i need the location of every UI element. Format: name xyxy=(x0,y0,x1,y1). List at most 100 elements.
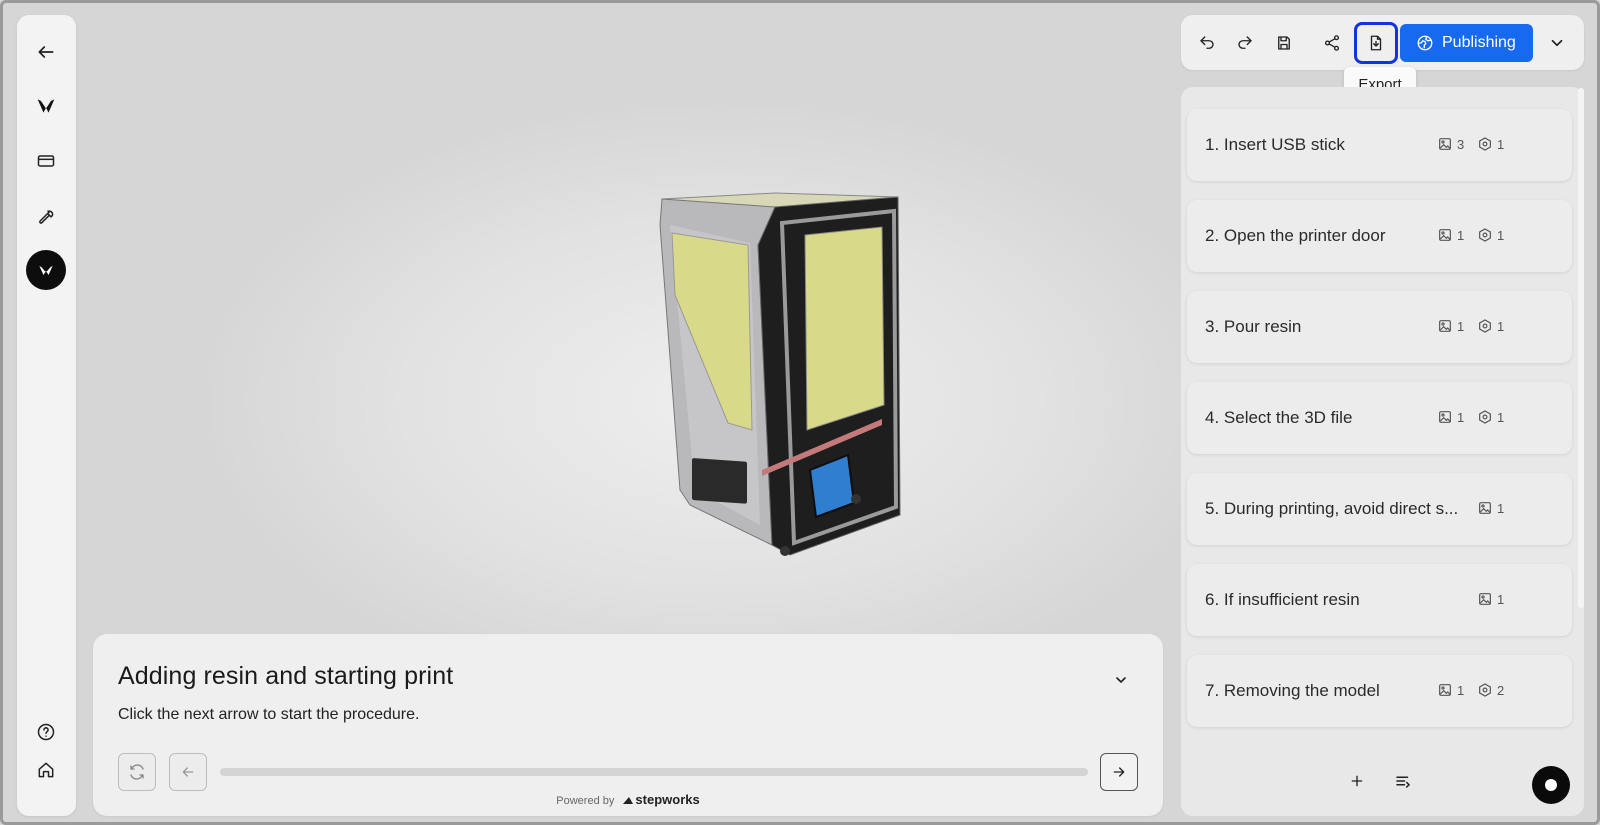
image-icon xyxy=(1479,593,1491,605)
image-count-value: 1 xyxy=(1457,318,1465,334)
publishing-label: Publishing xyxy=(1442,34,1516,51)
image-count-value: 1 xyxy=(1497,591,1505,607)
image-count-value: 1 xyxy=(1497,500,1505,516)
plus-icon xyxy=(1351,775,1363,787)
image-count-value: 3 xyxy=(1457,136,1465,152)
share-button[interactable] xyxy=(1315,26,1349,60)
add-step-button[interactable] xyxy=(1343,767,1371,795)
home-button[interactable] xyxy=(26,750,66,790)
step-item-label: 3. Pour resin xyxy=(1205,317,1302,336)
hotspot-icon xyxy=(1479,410,1491,424)
step-info-card: Adding resin and starting print Click th… xyxy=(93,634,1163,816)
stepworks-mark-icon xyxy=(623,797,634,804)
chevron-down-icon xyxy=(1551,39,1563,47)
logo-button[interactable] xyxy=(26,86,66,126)
image-count: 1 xyxy=(1437,227,1464,243)
brand-name: stepworks xyxy=(635,792,700,807)
help-icon xyxy=(37,723,55,741)
back-arrow-icon xyxy=(38,46,54,58)
step-item-label: 6. If insufficient resin xyxy=(1205,590,1360,609)
3d-viewer[interactable] xyxy=(90,0,1164,630)
image-count: 1 xyxy=(1437,318,1464,334)
powered-by: Powered by stepworks xyxy=(93,792,1163,807)
image-icon xyxy=(1439,684,1451,696)
hotspot-icon xyxy=(1479,683,1491,697)
hotspot-count: 1 xyxy=(1477,136,1504,152)
next-step-button[interactable] xyxy=(1100,753,1138,791)
steps-scrollbar[interactable] xyxy=(1578,88,1584,608)
redo-icon xyxy=(1238,36,1252,49)
step-item[interactable]: 1. Insert USB stick 3 1 xyxy=(1187,109,1572,181)
step-list-options-button[interactable] xyxy=(1389,767,1417,795)
image-count: 1 xyxy=(1477,591,1504,607)
step-item[interactable]: 5. During printing, avoid direct s... 1 xyxy=(1187,473,1572,545)
help-button[interactable] xyxy=(26,712,66,752)
share-icon xyxy=(1324,35,1340,51)
step-item-label: 7. Removing the model xyxy=(1205,681,1380,700)
instructions-button[interactable] xyxy=(26,141,66,181)
powered-by-label: Powered by xyxy=(556,795,615,807)
hotspot-icon xyxy=(1479,319,1491,333)
steps-panel: 1. Insert USB stick 3 1 2. Open the printer… xyxy=(1181,87,1584,816)
image-icon xyxy=(1439,411,1451,423)
image-icon xyxy=(1439,138,1451,150)
logo-icon xyxy=(37,99,55,113)
export-button[interactable] xyxy=(1354,22,1398,64)
chat-button[interactable] xyxy=(1532,766,1570,804)
back-button[interactable] xyxy=(26,32,66,72)
hotspot-count-value: 1 xyxy=(1497,409,1505,425)
step-item-label: 2. Open the printer door xyxy=(1205,226,1386,245)
save-icon xyxy=(1278,36,1290,50)
list-options-icon xyxy=(1396,776,1411,788)
arrow-right-icon xyxy=(1113,767,1125,777)
hotspot-icon xyxy=(1479,228,1491,242)
image-count-value: 1 xyxy=(1457,227,1465,243)
step-item[interactable]: 6. If insufficient resin 1 xyxy=(1187,564,1572,636)
tools-button[interactable] xyxy=(26,196,66,236)
arrow-left-icon xyxy=(182,767,194,777)
redo-button[interactable] xyxy=(1228,26,1262,60)
wrench-icon xyxy=(39,210,54,224)
step-item[interactable]: 3. Pour resin 1 1 xyxy=(1187,291,1572,363)
step-item[interactable]: 4. Select the 3D file 1 1 xyxy=(1187,382,1572,454)
stepworks-logo: stepworks xyxy=(623,792,700,807)
image-count: 1 xyxy=(1437,682,1464,698)
image-count: 1 xyxy=(1437,409,1464,425)
image-icon xyxy=(1439,229,1451,241)
left-rail xyxy=(17,15,76,816)
hotspot-count: 2 xyxy=(1477,682,1504,698)
card-icon xyxy=(37,155,55,167)
hotspot-count-value: 1 xyxy=(1497,136,1505,152)
image-icon xyxy=(1439,320,1451,332)
restart-button[interactable] xyxy=(118,753,156,791)
refresh-icon xyxy=(130,764,144,780)
workspace-button[interactable] xyxy=(26,250,66,290)
hotspot-count: 1 xyxy=(1477,318,1504,334)
chevron-down-icon xyxy=(1116,677,1126,683)
undo-button[interactable] xyxy=(1190,26,1224,60)
publish-options-button[interactable] xyxy=(1540,26,1574,60)
step-item-label: 5. During printing, avoid direct s... xyxy=(1205,499,1459,518)
procedure-progress-bar xyxy=(220,768,1088,776)
image-count-value: 1 xyxy=(1457,409,1465,425)
image-icon xyxy=(1479,502,1491,514)
globe-icon xyxy=(1417,35,1433,51)
printer-3d-model[interactable] xyxy=(650,185,1030,585)
hotspot-count-value: 1 xyxy=(1497,318,1505,334)
step-item[interactable]: 7. Removing the model 1 2 xyxy=(1187,655,1572,727)
hotspot-count-value: 1 xyxy=(1497,227,1505,243)
step-item[interactable]: 2. Open the printer door 1 1 xyxy=(1187,200,1572,272)
image-count: 1 xyxy=(1477,500,1504,516)
workspace-icon xyxy=(39,265,53,275)
image-count: 3 xyxy=(1437,136,1464,152)
undo-icon xyxy=(1200,36,1214,49)
previous-step-button[interactable] xyxy=(169,753,207,791)
collapse-card-button[interactable] xyxy=(1109,668,1133,692)
hotspot-count-value: 2 xyxy=(1497,682,1505,698)
image-count-value: 1 xyxy=(1457,682,1465,698)
hotspot-count: 1 xyxy=(1477,409,1504,425)
step-item-label: 4. Select the 3D file xyxy=(1205,408,1353,427)
home-icon xyxy=(38,762,54,778)
publishing-button[interactable]: Publishing xyxy=(1400,24,1533,62)
save-button[interactable] xyxy=(1267,26,1301,60)
